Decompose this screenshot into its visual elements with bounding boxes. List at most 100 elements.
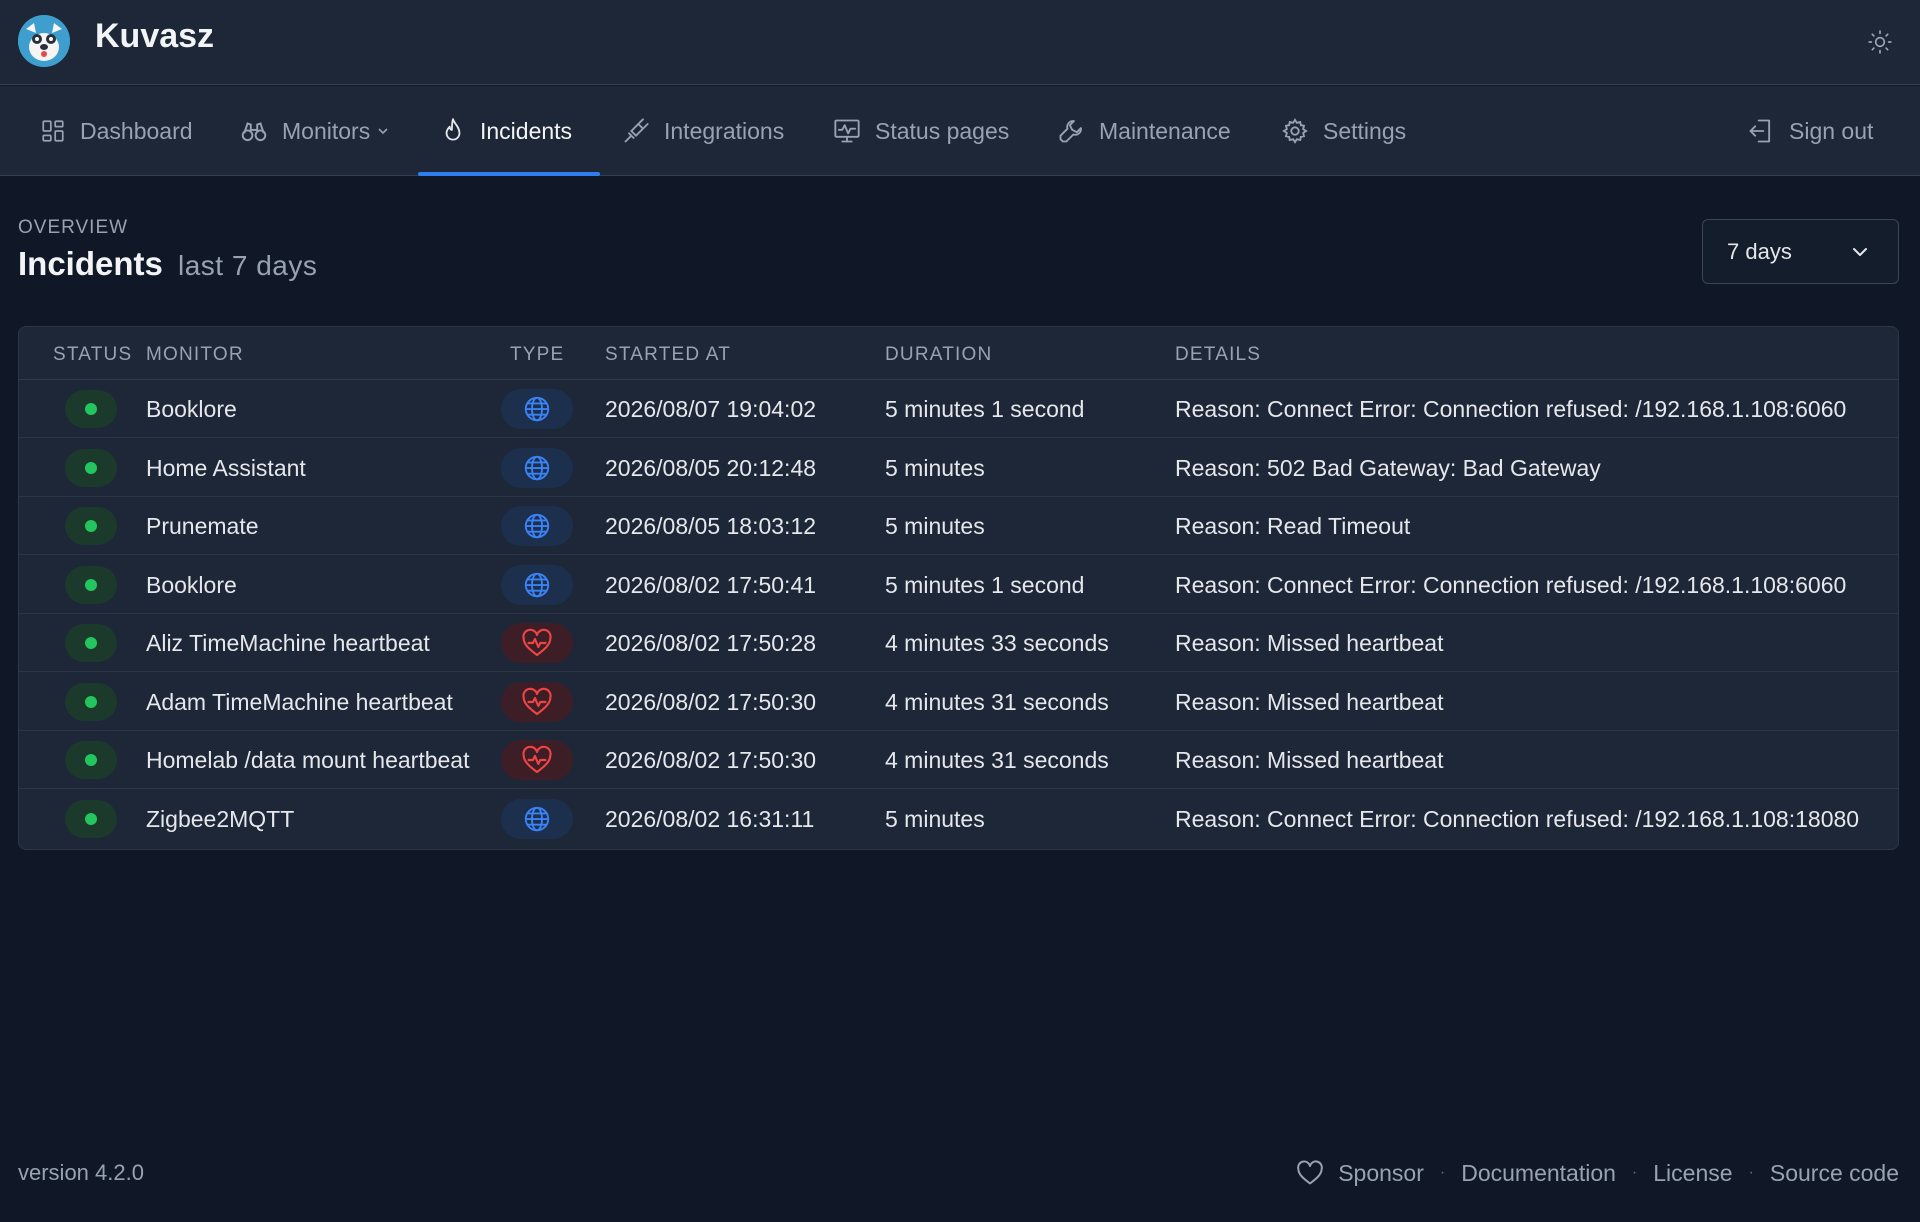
table-row[interactable]: Adam TimeMachine heartbeat 2026/08/02 17:… — [19, 673, 1898, 731]
started-at: 2026/08/02 16:31:11 — [605, 805, 815, 832]
footer-separator: · — [1631, 1164, 1638, 1181]
table-row[interactable]: Home Assistant 2026/08/05 20:12:48 5 minut… — [19, 439, 1898, 497]
app-title[interactable]: Kuvasz — [95, 17, 214, 56]
nav-label: Incidents — [480, 117, 573, 144]
theme-toggle-button[interactable] — [1856, 18, 1904, 66]
table-row[interactable]: Prunemate 2026/08/05 18:03:12 5 minutes Rea… — [19, 497, 1898, 555]
details: Reason: Connect Error: Connection refuse… — [1175, 396, 1847, 422]
globe-icon — [524, 455, 550, 480]
nav-label: Monitors — [282, 117, 371, 144]
globe-icon — [524, 572, 550, 597]
heartbeat-icon — [522, 687, 552, 715]
started-at: 2026/08/05 20:12:48 — [605, 454, 817, 481]
type-badge — [501, 681, 573, 722]
sponsor-label: Sponsor — [1338, 1159, 1424, 1186]
time-range-value: 7 days — [1727, 238, 1792, 264]
active-tab-indicator — [418, 172, 600, 176]
monitor-icon — [834, 119, 860, 143]
column-header-status: STATUS — [53, 344, 133, 365]
table-row[interactable]: Zigbee2MQTT 2026/08/02 16:31:11 5 minutes R… — [19, 790, 1898, 848]
type-badge — [501, 740, 573, 780]
status-up-dot — [85, 520, 97, 532]
app-logo[interactable] — [18, 15, 70, 67]
nav-label: Integrations — [664, 117, 785, 144]
column-header-monitor: MONITOR — [146, 344, 244, 365]
sun-icon — [1868, 30, 1892, 54]
duration: 4 minutes 31 seconds — [885, 688, 1109, 715]
details: Reason: Connect Error: Connection refuse… — [1175, 805, 1860, 832]
duration: 5 minutes — [885, 513, 985, 539]
globe-icon — [524, 396, 550, 422]
status-up-dot — [85, 812, 97, 825]
nav-label: Status pages — [875, 117, 1010, 144]
sponsor-link[interactable]: Sponsor — [1296, 1160, 1424, 1187]
monitor-name[interactable]: Aliz TimeMachine heartbeat — [146, 630, 430, 657]
started-at: 2026/08/02 17:50:30 — [605, 747, 817, 773]
table-row[interactable]: Homelab /data mount heartbeat 2026/08/02 … — [19, 731, 1898, 789]
nav-item-incidents[interactable]: Incidents — [440, 86, 572, 176]
type-badge — [501, 506, 573, 546]
table-row[interactable]: Booklore 2026/08/02 17:50:41 5 minutes 1 s… — [19, 556, 1898, 614]
app-version: version 4.2.0 — [18, 1160, 144, 1185]
flame-icon — [445, 118, 461, 141]
status-up-dot — [85, 403, 97, 415]
top-bar: Kuvasz — [0, 0, 1920, 85]
heartbeat-icon — [522, 628, 552, 657]
monitor-name[interactable]: Homelab /data mount heartbeat — [146, 747, 469, 774]
sign-out-button[interactable]: Sign out — [1747, 86, 1873, 176]
started-at: 2026/08/02 17:50:28 — [605, 630, 817, 656]
monitor-name[interactable]: Booklore — [146, 572, 237, 599]
heartbeat-icon — [522, 745, 552, 774]
column-header-started-at: STARTED AT — [605, 344, 732, 365]
started-at: 2026/08/05 18:03:12 — [605, 513, 817, 539]
globe-icon — [524, 513, 550, 539]
monitor-name[interactable]: Home Assistant — [146, 455, 306, 482]
table-row[interactable]: Aliz TimeMachine heartbeat 2026/08/02 17:… — [19, 614, 1898, 672]
monitor-name[interactable]: Zigbee2MQTT — [146, 806, 294, 833]
gear-icon — [1282, 118, 1308, 144]
monitor-name[interactable]: Prunemate — [146, 513, 259, 540]
status-badge — [65, 507, 117, 545]
column-header-duration: DURATION — [885, 344, 993, 365]
source-code-link[interactable]: Source code — [1770, 1160, 1899, 1187]
monitor-name[interactable]: Booklore — [146, 396, 237, 423]
nav-label: Maintenance — [1099, 117, 1231, 144]
nav-item-dashboard[interactable]: Dashboard — [40, 86, 193, 176]
status-badge — [65, 799, 117, 838]
status-up-dot — [85, 754, 97, 766]
nav-item-integrations[interactable]: Integrations — [622, 86, 784, 176]
status-badge — [65, 565, 117, 604]
status-badge — [65, 741, 117, 779]
details: Reason: Connect Error: Connection refuse… — [1175, 571, 1847, 598]
wrench-icon — [1059, 120, 1082, 143]
license-link[interactable]: License — [1653, 1160, 1732, 1187]
footer-separator: · — [1439, 1164, 1446, 1181]
duration: 4 minutes 31 seconds — [885, 747, 1109, 773]
started-at: 2026/08/02 17:50:41 — [605, 571, 817, 598]
nav-item-settings[interactable]: Settings — [1281, 86, 1406, 176]
details: Reason: 502 Bad Gateway: Bad Gateway — [1175, 454, 1601, 481]
duration: 5 minutes 1 second — [885, 396, 1085, 422]
documentation-link[interactable]: Documentation — [1461, 1160, 1616, 1187]
page-subtitle: last 7 days — [178, 250, 318, 281]
binoculars-icon — [241, 122, 267, 142]
nav-item-maintenance[interactable]: Maintenance — [1057, 86, 1231, 176]
details: Reason: Missed heartbeat — [1175, 688, 1444, 715]
details: Reason: Missed heartbeat — [1175, 630, 1444, 656]
column-header-details: DETAILS — [1175, 344, 1262, 365]
status-badge — [65, 390, 117, 428]
nav-label: Dashboard — [80, 117, 193, 144]
monitor-name[interactable]: Adam TimeMachine heartbeat — [146, 689, 453, 716]
time-range-select[interactable]: 7 days — [1702, 219, 1899, 284]
status-badge — [65, 682, 117, 721]
details: Reason: Missed heartbeat — [1175, 747, 1444, 773]
incidents-table: STATUS MONITOR TYPE STARTED AT DURATION … — [18, 326, 1899, 850]
table-row[interactable]: Booklore 2026/08/07 19:04:02 5 minutes 1 s… — [19, 380, 1898, 438]
nav-item-status-pages[interactable]: Status pages — [833, 86, 1009, 176]
dog-logo-icon — [18, 15, 70, 67]
chevron-down-icon — [378, 128, 388, 135]
footer-links: Sponsor · Documentation · License · Sour… — [1296, 1157, 1899, 1189]
type-badge — [501, 623, 573, 663]
nav-label: Settings — [1323, 117, 1407, 144]
nav-item-monitors[interactable]: Monitors — [240, 86, 390, 176]
